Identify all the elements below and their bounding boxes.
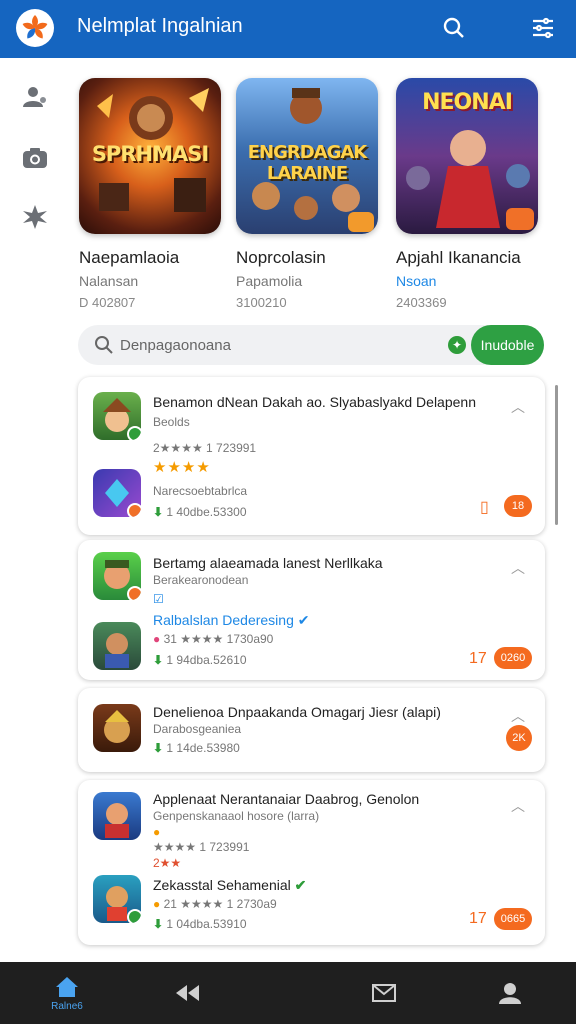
coin-icon: ●	[153, 825, 161, 839]
filter-menu-icon[interactable]	[526, 11, 560, 45]
featured-count-3: 2403369	[396, 295, 447, 310]
card-title: Denelienoa Dnpaakanda Omagarj Jiesr (ala…	[153, 704, 441, 720]
app-thumbnail[interactable]	[93, 392, 141, 440]
item-title: Narecsoebtabrlca	[153, 484, 248, 498]
app-thumbnail[interactable]	[93, 704, 141, 752]
app-card-2[interactable]: Bertamg alaeamada lanest Nerllkaka Berak…	[78, 540, 545, 680]
top-app-bar: Nelmplat Ingalnian	[0, 0, 576, 58]
count-pill[interactable]: 0260	[494, 647, 532, 669]
featured-sub-2: Papamolia	[236, 273, 303, 289]
chevron-up-icon[interactable]: ︿	[511, 397, 529, 415]
nav-profile[interactable]	[470, 962, 550, 1024]
count-pill[interactable]: 18	[504, 495, 532, 517]
app-thumbnail[interactable]	[93, 792, 141, 840]
featured-art-title-2: ENGRDAGAK LARAINE	[247, 142, 368, 184]
card-subtitle: Darabosgeaniea	[153, 722, 242, 736]
card-rating-line: ★★★★ 1 723991	[153, 840, 250, 854]
nav-messages[interactable]	[344, 962, 424, 1024]
app-card-1[interactable]: Benamon dNean Dakah ao. Slyabaslyakd Del…	[78, 377, 545, 535]
card-title: Bertamg alaeamada lanest Nerllkaka	[153, 555, 383, 571]
card-rating-line: 2★★★★ 1 723991	[153, 441, 257, 455]
app-card-3[interactable]: Denelienoa Dnpaakanda Omagarj Jiesr (ala…	[78, 688, 545, 772]
item-title: Zekasstal Sehamenial	[153, 877, 291, 893]
item-count: 1 94dba.52610	[166, 653, 247, 667]
item-count: 1 40dbe.53300	[166, 505, 247, 519]
featured-art-3[interactable]: NEONAI	[396, 78, 538, 234]
download-icon: ⬇	[153, 741, 164, 755]
card-rating-line-3: 21 ★★★★ 1 2730a9	[163, 897, 277, 911]
item-number: 17	[469, 910, 487, 927]
featured-art-title-3: NEONAI	[422, 90, 513, 115]
featured-art-2[interactable]: ENGRDAGAK LARAINE	[236, 78, 378, 234]
download-icon: ⬇	[153, 653, 164, 667]
count-pill[interactable]: 0665	[494, 908, 532, 930]
app-logo[interactable]	[16, 9, 54, 47]
dot-icon: ●	[153, 632, 161, 646]
featured-name-1: Naepamlaoia	[79, 248, 180, 267]
nav-home[interactable]: Ralne6	[27, 962, 107, 1024]
nav-home-label: Ralne6	[51, 1000, 83, 1012]
star-rating: ★★★★	[153, 459, 211, 476]
item-count: 1 04dba.53910	[166, 917, 247, 931]
home-icon	[56, 976, 78, 997]
featured-count-2: 3100210	[236, 295, 287, 310]
featured-app-3[interactable]: NEONAI Apjahl Ikanancia Nsoan 2403369	[396, 78, 540, 310]
featured-art-1[interactable]: SPRHMASI	[79, 78, 221, 234]
download-icon: ⬇	[153, 505, 164, 519]
card-rating-line-2: 2★★	[153, 856, 182, 870]
badge-icon	[127, 503, 141, 517]
featured-sub-3: Nsoan	[396, 273, 437, 289]
chevron-up-icon[interactable]: ︿	[511, 558, 529, 576]
chevron-up-icon[interactable]: ︿	[511, 706, 529, 724]
profile-icon	[499, 983, 521, 1004]
featured-count-1: D 402807	[79, 295, 136, 310]
verified-icon	[127, 909, 141, 923]
card-subtitle: Genpenskanaaol hosore (larra)	[153, 809, 320, 823]
featured-name-3: Apjahl Ikanancia	[396, 248, 521, 267]
verified-icon: ✔	[297, 612, 310, 628]
download-icon: ⬇	[153, 917, 164, 931]
developer-link[interactable]: Ralbalslan Dederesing	[153, 612, 294, 628]
chevron-up-icon[interactable]: ︿	[511, 796, 529, 814]
badge-icon	[127, 586, 141, 600]
verified-icon	[127, 426, 141, 440]
scrollbar[interactable]	[555, 385, 558, 525]
nav-back[interactable]	[147, 962, 227, 1024]
app-card-4[interactable]: Applenaat Nerantanaiar Daabrog, Genolon …	[78, 780, 545, 945]
app-thumbnail[interactable]	[93, 622, 141, 670]
card-subtitle: Beolds	[153, 415, 190, 429]
featured-sub-1: Nalansan	[79, 273, 139, 289]
rewind-icon	[176, 985, 199, 1001]
featured-art-title-1: SPRHMASI	[91, 142, 209, 166]
app-thumbnail[interactable]	[93, 469, 141, 517]
search-button[interactable]: Inudoble	[471, 325, 544, 365]
search-icon[interactable]	[437, 11, 471, 45]
search-icon	[94, 335, 114, 360]
check-icon: ☑	[153, 592, 164, 606]
search-input[interactable]	[120, 333, 420, 357]
app-thumbnail[interactable]	[93, 552, 141, 600]
profile-icon[interactable]	[17, 79, 53, 115]
verified-icon: ✔	[294, 877, 307, 893]
bottom-nav: Ralne6	[0, 962, 576, 1024]
featured-name-2: Noprcolasin	[236, 248, 326, 267]
featured-app-1[interactable]: SPRHMASI Naepamlaoia Nalansan D 402807	[79, 78, 223, 310]
voice-icon[interactable]: ✦	[448, 336, 466, 354]
count-pill[interactable]: 2K	[506, 725, 532, 751]
coin-icon: ●	[153, 897, 161, 911]
item-count: 1 14de.53980	[166, 741, 240, 755]
search-bar: ✦ Inudoble	[78, 325, 544, 365]
card-title: Benamon dNean Dakah ao. Slyabaslyakd Del…	[153, 394, 476, 410]
item-number: 17	[469, 650, 487, 667]
featured-app-2[interactable]: ENGRDAGAK LARAINE Noprcolasin Papamolia …	[236, 78, 380, 310]
app-title: Nelmplat Ingalnian	[77, 15, 243, 37]
puzzle-icon[interactable]	[17, 199, 53, 235]
card-rating-line: 31 ★★★★ 1730a90	[163, 632, 274, 646]
app-thumbnail[interactable]	[93, 875, 141, 923]
card-title: Applenaat Nerantanaiar Daabrog, Genolon	[153, 791, 420, 807]
camera-icon[interactable]	[17, 140, 53, 176]
mail-icon	[372, 984, 396, 1002]
bookmark-icon[interactable]: ▯	[480, 497, 489, 517]
card-subtitle: Berakearonodean	[153, 573, 249, 587]
